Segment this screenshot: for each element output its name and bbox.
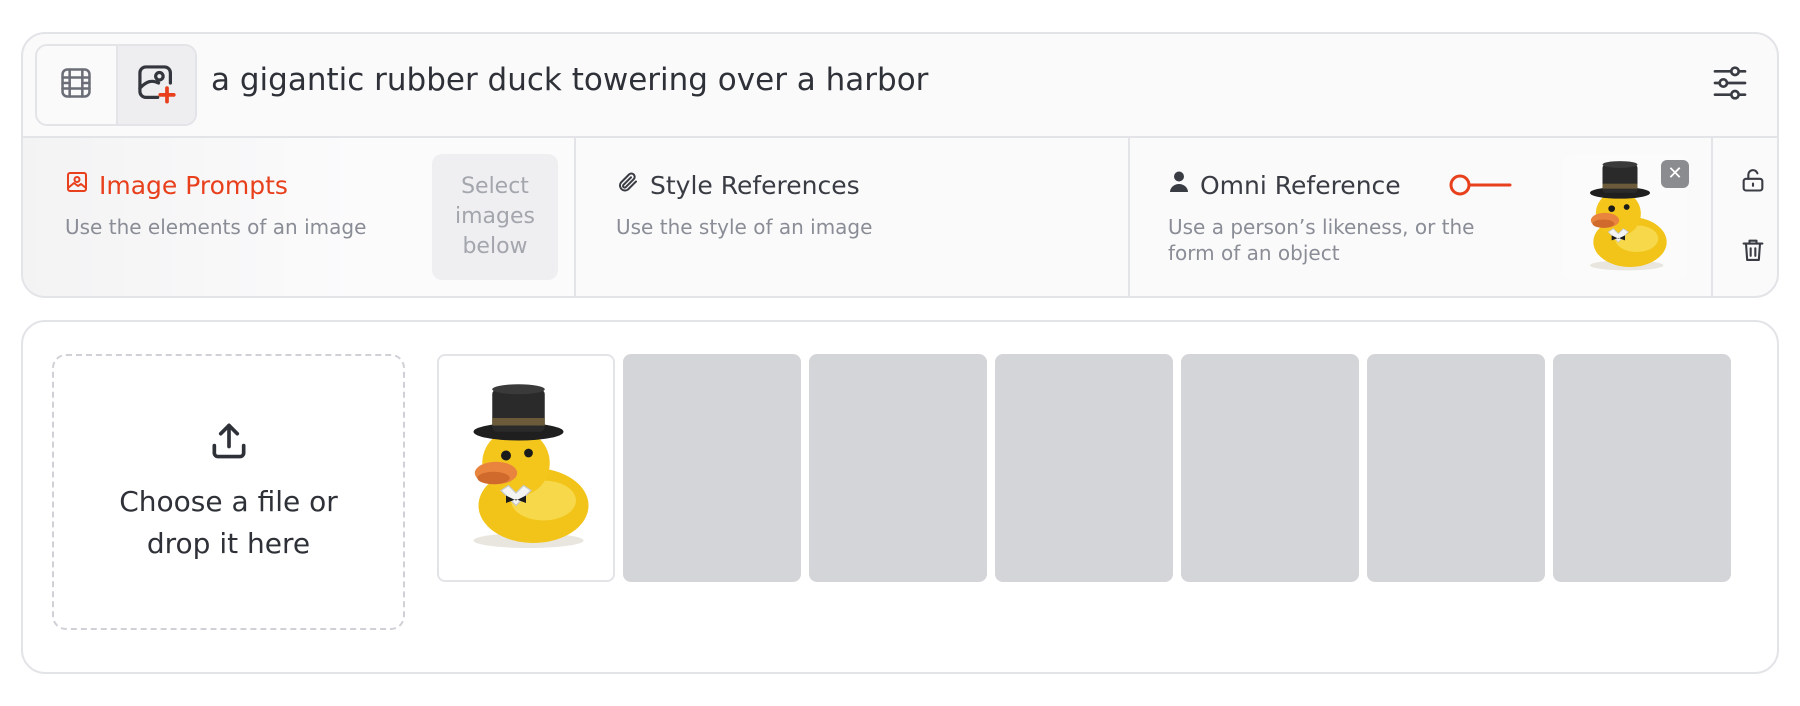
image-add-icon — [134, 61, 178, 109]
image-prompts-title: Image Prompts — [65, 170, 288, 200]
omni-reference-label: Omni Reference — [1200, 170, 1401, 200]
omni-reference-description: Use a person’s likeness, or the form of … — [1168, 215, 1475, 265]
settings-button[interactable] — [1709, 64, 1751, 106]
sliders-icon — [1710, 63, 1750, 107]
duck-image — [472, 383, 590, 549]
close-icon: ✕ — [1667, 163, 1683, 184]
empty-image-tile — [623, 354, 801, 582]
select-images-placeholder: Select images below — [432, 154, 558, 280]
empty-image-tile — [995, 354, 1173, 582]
reference-actions — [1713, 138, 1777, 296]
omni-reference-title: Omni Reference — [1168, 170, 1401, 200]
mode-toggle — [35, 44, 197, 126]
image-prompts-description: Use the elements of an image — [65, 215, 367, 239]
empty-image-tile — [809, 354, 987, 582]
prompt-input[interactable]: a gigantic rubber duck towering over a h… — [211, 62, 928, 98]
image-prompts-label: Image Prompts — [99, 170, 288, 200]
omni-reference-section[interactable]: Omni Reference Use a person’s likeness, … — [1130, 138, 1713, 296]
file-dropzone[interactable]: Choose a file or drop it here — [52, 354, 405, 630]
image-tile[interactable] — [437, 354, 615, 582]
paperclip-icon — [616, 170, 640, 200]
image-reference-button[interactable] — [115, 46, 195, 124]
empty-image-tile — [1181, 354, 1359, 582]
style-references-section[interactable]: Style References Use the style of an ima… — [576, 138, 1130, 296]
remove-thumbnail-button[interactable]: ✕ — [1661, 160, 1689, 188]
prompt-panel: a gigantic rubber duck towering over a h… — [21, 32, 1779, 298]
trash-icon — [1739, 236, 1767, 268]
upload-panel: Choose a file or drop it here — [21, 320, 1779, 674]
omni-weight-slider[interactable] — [1448, 173, 1512, 197]
uploaded-images-grid — [437, 354, 1731, 582]
image-prompts-section[interactable]: Image Prompts Use the elements of an ima… — [23, 138, 576, 296]
prompt-row: a gigantic rubber duck towering over a h… — [23, 34, 1777, 138]
film-grid-icon — [57, 64, 95, 106]
unlock-icon — [1739, 166, 1767, 198]
person-icon — [1168, 170, 1190, 200]
style-references-title: Style References — [616, 170, 860, 200]
upload-icon — [207, 419, 251, 467]
style-references-label: Style References — [650, 170, 860, 200]
reference-row: Image Prompts Use the elements of an ima… — [23, 138, 1777, 296]
video-mode-button[interactable] — [37, 46, 116, 124]
image-icon — [65, 170, 89, 200]
empty-image-tile — [1553, 354, 1731, 582]
delete-button[interactable] — [1735, 234, 1771, 270]
unlock-button[interactable] — [1735, 164, 1771, 200]
style-references-description: Use the style of an image — [616, 215, 873, 239]
dropzone-label: Choose a file or drop it here — [119, 485, 338, 560]
omni-reference-thumbnail[interactable]: ✕ — [1563, 154, 1689, 280]
empty-image-tile — [1367, 354, 1545, 582]
